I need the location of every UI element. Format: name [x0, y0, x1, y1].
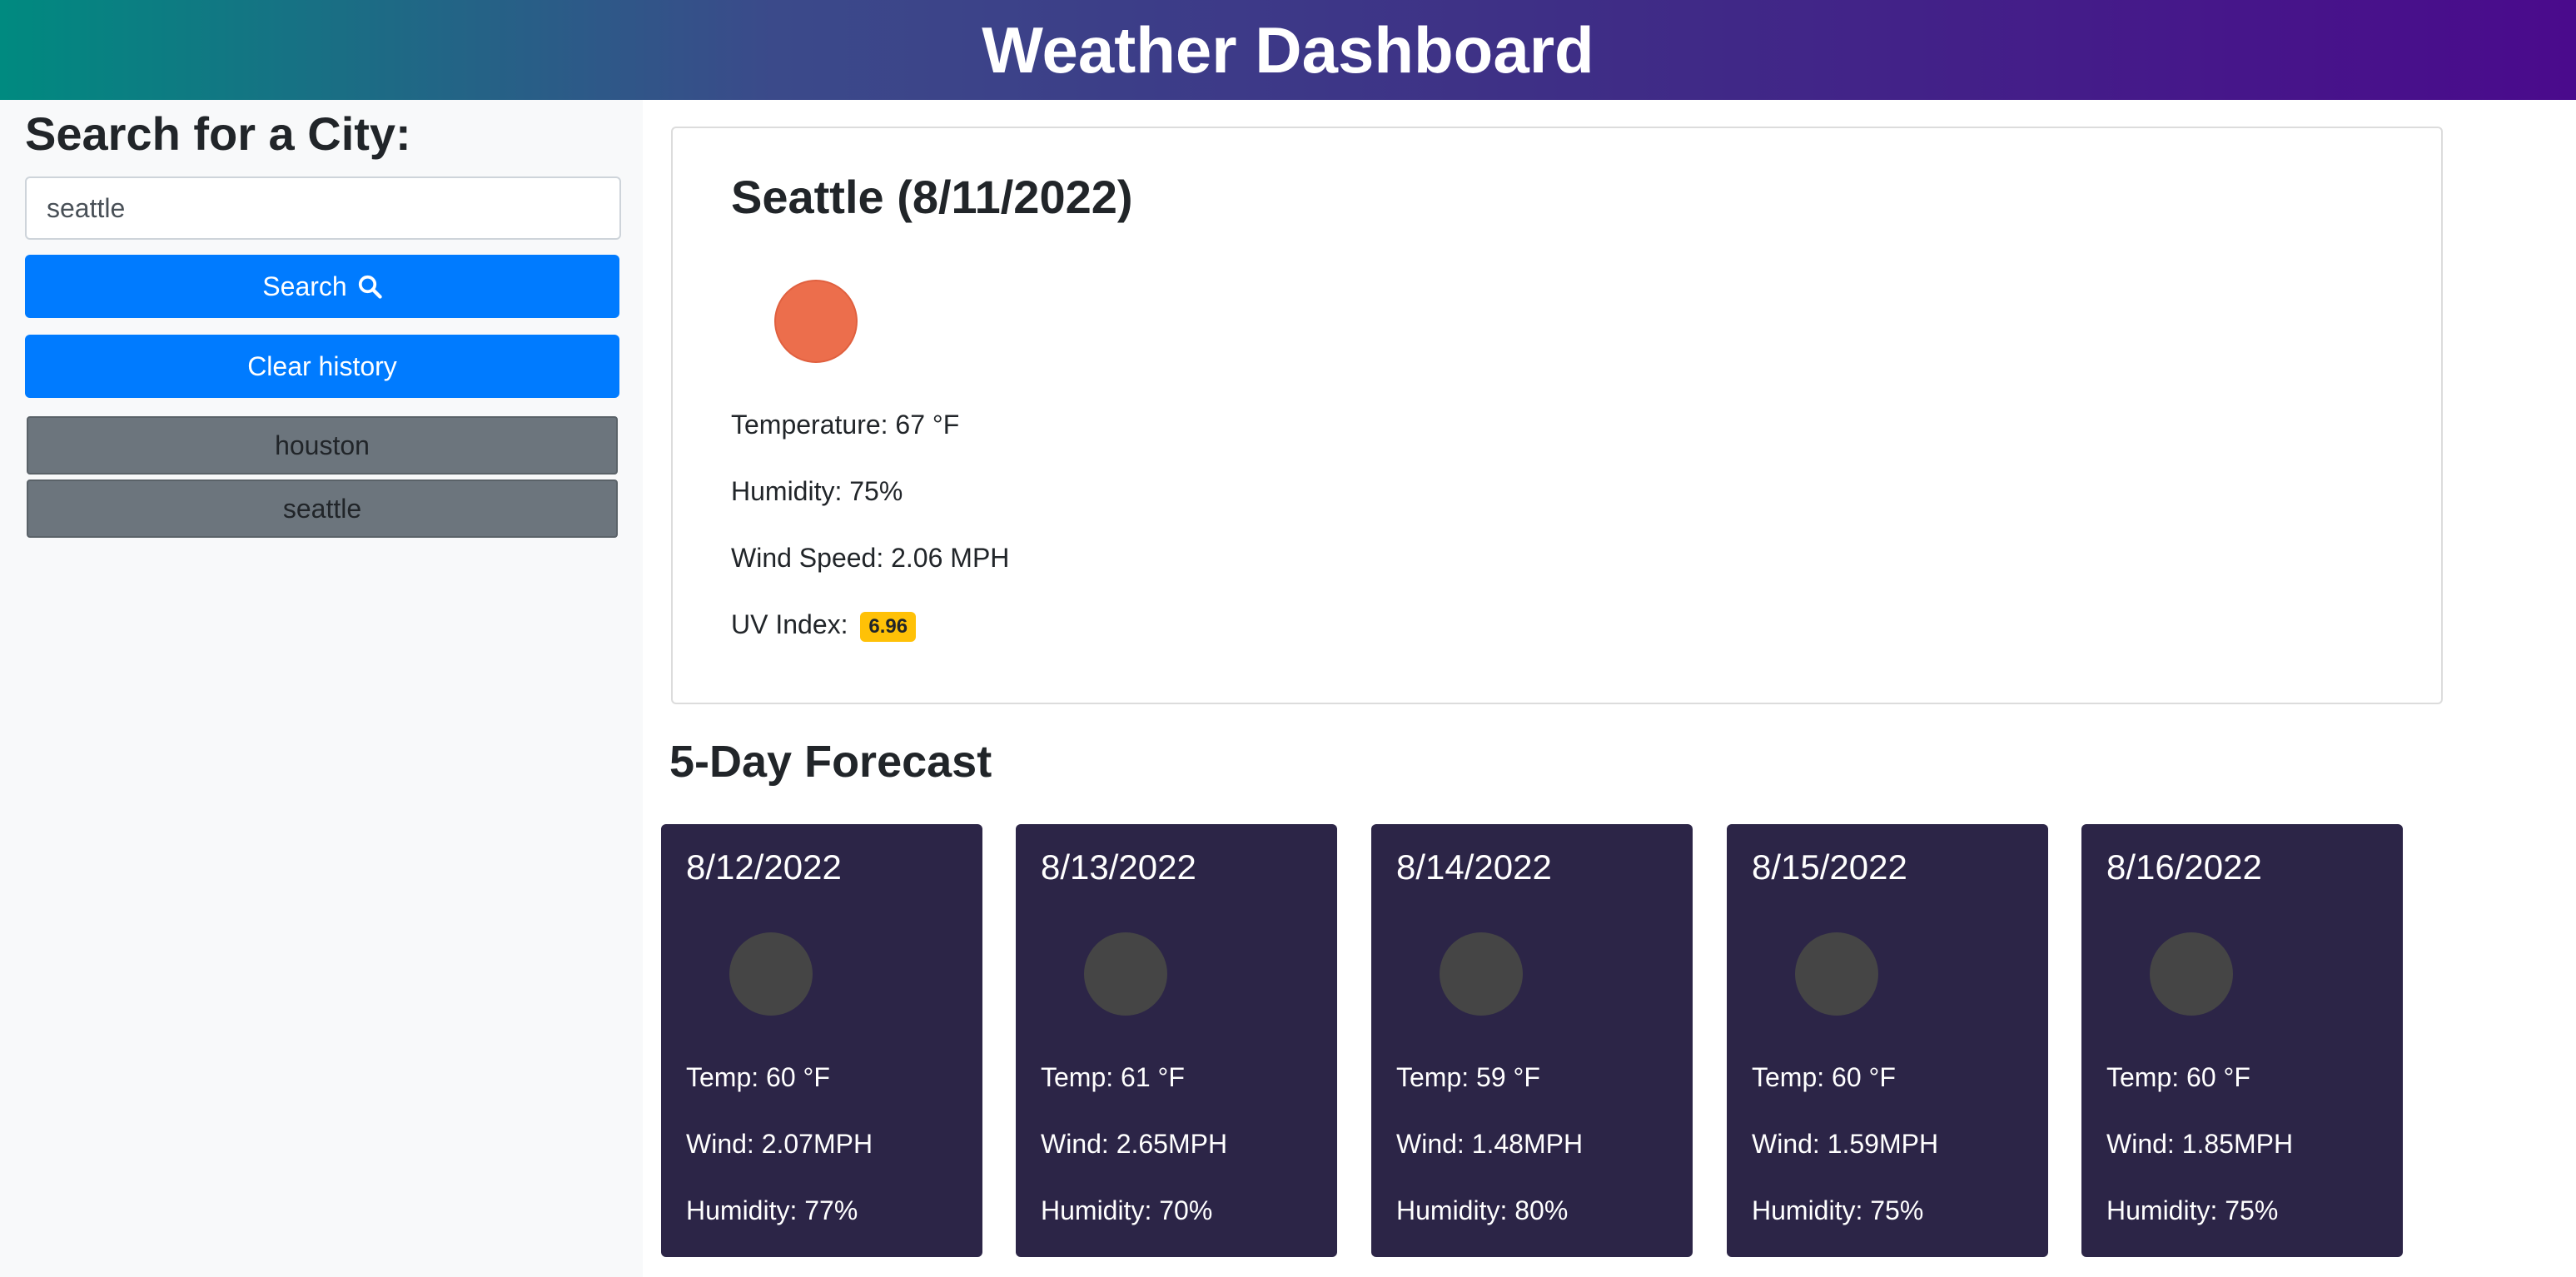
forecast-card: 8/14/2022 Temp: 59 °F Wind: 1.48MPH Humi… — [1371, 824, 1693, 1257]
forecast-temp: Temp: 60 °F — [686, 1062, 830, 1092]
forecast-temp: Temp: 61 °F — [1041, 1062, 1185, 1092]
weather-icon — [1795, 932, 1878, 1016]
history-item-seattle[interactable]: seattle — [27, 479, 618, 538]
forecast-date: 8/12/2022 — [686, 847, 842, 887]
history-item-label: houston — [275, 430, 370, 460]
current-temperature: Temperature: 67 °F — [731, 410, 960, 440]
search-button[interactable]: Search — [25, 255, 619, 318]
weather-icon — [2150, 932, 2233, 1016]
forecast-humidity: Humidity: 77% — [686, 1195, 858, 1225]
uv-index-label: UV Index: — [731, 609, 848, 639]
history-item-label: seattle — [282, 493, 362, 524]
current-uv-index: UV Index: 6.96 — [731, 609, 917, 642]
forecast-title: 5-Day Forecast — [669, 737, 992, 787]
forecast-temp: Temp: 60 °F — [1752, 1062, 1896, 1092]
page-header: Weather Dashboard — [0, 0, 2576, 100]
forecast-card: 8/15/2022 Temp: 60 °F Wind: 1.59MPH Humi… — [1727, 824, 2048, 1257]
forecast-wind: Wind: 1.59MPH — [1752, 1129, 1939, 1159]
forecast-date: 8/16/2022 — [2106, 847, 2262, 887]
forecast-date: 8/15/2022 — [1752, 847, 1907, 887]
forecast-card: 8/16/2022 Temp: 60 °F Wind: 1.85MPH Humi… — [2081, 824, 2403, 1257]
forecast-wind: Wind: 1.85MPH — [2106, 1129, 2294, 1159]
forecast-humidity: Humidity: 70% — [1041, 1195, 1213, 1225]
current-weather-card: Seattle (8/11/2022) Temperature: 67 °F H… — [671, 127, 2443, 704]
city-search-input[interactable] — [25, 176, 621, 240]
forecast-temp: Temp: 59 °F — [1396, 1062, 1540, 1092]
search-heading: Search for a City: — [25, 107, 411, 160]
forecast-date: 8/14/2022 — [1396, 847, 1552, 887]
forecast-wind: Wind: 2.07MPH — [686, 1129, 873, 1159]
forecast-card: 8/12/2022 Temp: 60 °F Wind: 2.07MPH Humi… — [661, 824, 982, 1257]
page-title: Weather Dashboard — [982, 12, 1594, 87]
forecast-humidity: Humidity: 80% — [1396, 1195, 1569, 1225]
clear-history-label: Clear history — [247, 350, 397, 381]
history-item-houston[interactable]: houston — [27, 416, 618, 475]
weather-icon — [729, 932, 813, 1016]
current-wind-speed: Wind Speed: 2.06 MPH — [731, 543, 1010, 573]
forecast-wind: Wind: 2.65MPH — [1041, 1129, 1228, 1159]
search-button-label: Search — [262, 271, 347, 301]
forecast-temp: Temp: 60 °F — [2106, 1062, 2250, 1092]
forecast-wind: Wind: 1.48MPH — [1396, 1129, 1584, 1159]
weather-icon — [1440, 932, 1523, 1016]
clear-history-button[interactable]: Clear history — [25, 335, 619, 398]
current-city-date: Seattle (8/11/2022) — [731, 171, 1133, 223]
search-icon — [358, 275, 382, 299]
sun-icon — [774, 280, 858, 363]
forecast-card: 8/13/2022 Temp: 61 °F Wind: 2.65MPH Humi… — [1016, 824, 1337, 1257]
forecast-humidity: Humidity: 75% — [1752, 1195, 1924, 1225]
uv-index-badge: 6.96 — [860, 611, 917, 642]
forecast-date: 8/13/2022 — [1041, 847, 1196, 887]
current-humidity: Humidity: 75% — [731, 476, 903, 506]
forecast-humidity: Humidity: 75% — [2106, 1195, 2279, 1225]
weather-icon — [1084, 932, 1167, 1016]
